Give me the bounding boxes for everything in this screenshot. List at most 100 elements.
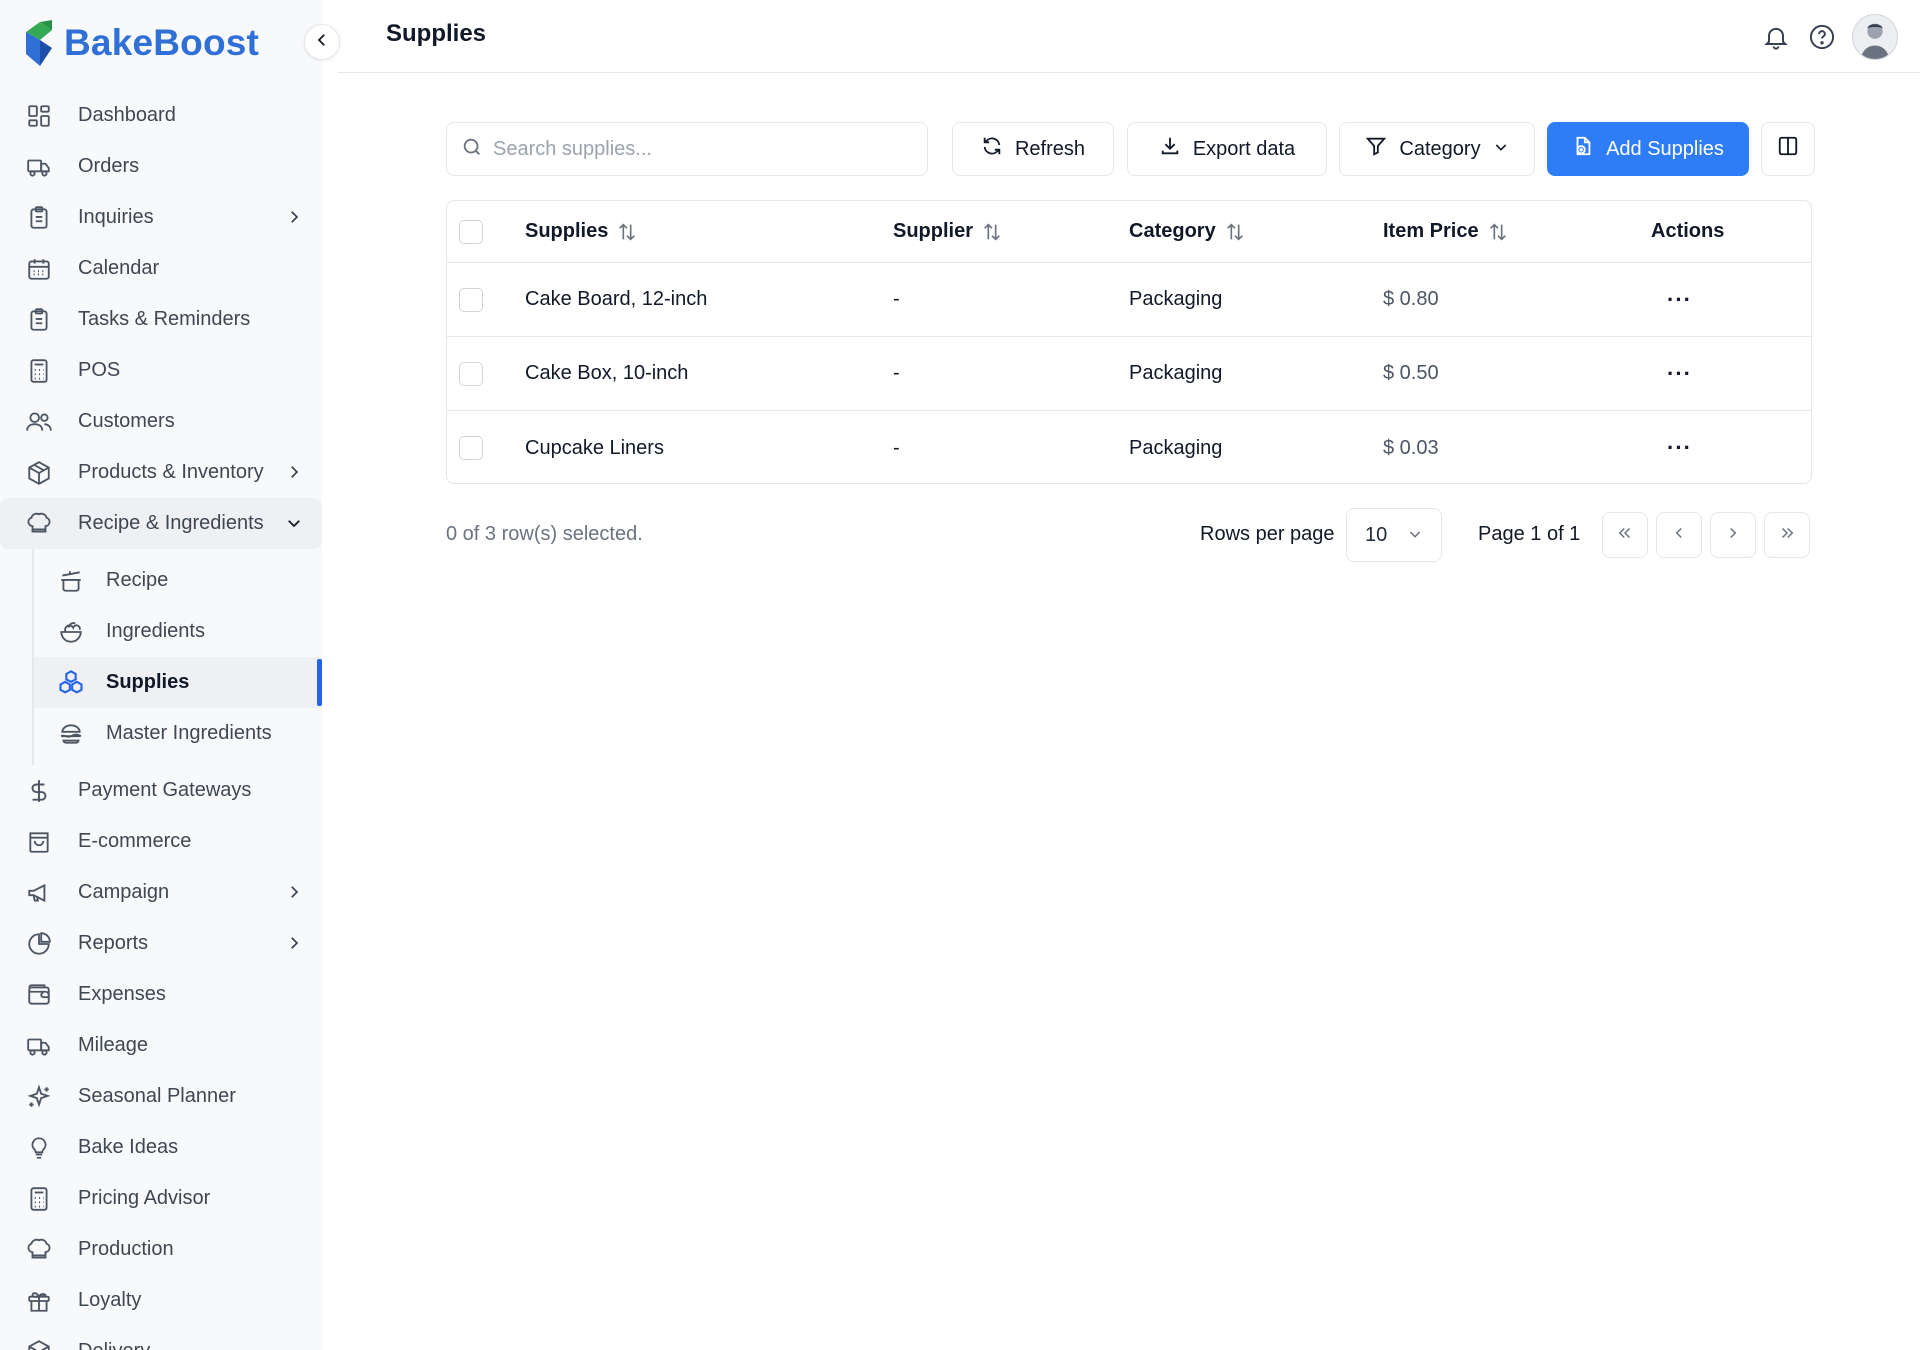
cell-item-price: $ 0.50 <box>1383 362 1439 384</box>
sidebar-item-recipe-ingredients[interactable]: Recipe & Ingredients <box>0 498 322 549</box>
calculator-icon <box>24 1184 54 1214</box>
column-header-supplies[interactable]: Supplies <box>525 201 638 262</box>
salad-icon <box>56 617 86 647</box>
first-page-button[interactable] <box>1602 512 1648 558</box>
package-icon <box>24 1337 54 1350</box>
sidebar-item-tasks[interactable]: Tasks & Reminders <box>0 294 322 345</box>
sidebar-item-label: Pricing Advisor <box>78 1187 211 1209</box>
clipboard-list-icon <box>24 305 54 335</box>
sidebar-item-inquiries[interactable]: Inquiries <box>0 192 322 243</box>
bell-icon[interactable] <box>1760 21 1792 53</box>
column-header-item-price[interactable]: Item Price <box>1383 201 1509 262</box>
grid-icon <box>24 101 54 131</box>
search-box[interactable] <box>446 122 928 176</box>
cell-supply-name: Cake Box, 10-inch <box>525 362 689 384</box>
add-supplies-button[interactable]: Add Supplies <box>1547 122 1749 176</box>
pie-chart-icon <box>24 929 54 959</box>
clipboard-icon <box>24 203 54 233</box>
sidebar-item-ecommerce[interactable]: E-commerce <box>0 816 322 867</box>
sidebar-item-reports[interactable]: Reports <box>0 918 322 969</box>
sidebar-item-mileage[interactable]: Mileage <box>0 1020 322 1071</box>
export-data-button[interactable]: Export data <box>1127 122 1327 176</box>
columns-toggle-button[interactable] <box>1761 122 1815 176</box>
more-horizontal-icon: ··· <box>1667 360 1692 386</box>
sidebar-item-delivery[interactable]: Delivery <box>0 1326 322 1350</box>
sidebar-item-pricing-advisor[interactable]: Pricing Advisor <box>0 1173 322 1224</box>
column-header-supplier[interactable]: Supplier <box>893 201 1003 262</box>
help-icon[interactable] <box>1806 21 1838 53</box>
toolbar: Refresh Export data Category Add Supplie… <box>446 122 1815 176</box>
cooking-pot-icon <box>56 566 86 596</box>
next-page-button[interactable] <box>1710 512 1756 558</box>
search-icon <box>461 136 483 163</box>
search-input[interactable] <box>493 137 913 161</box>
category-filter-button[interactable]: Category <box>1339 122 1535 176</box>
row-actions-button[interactable]: ··· <box>1653 411 1692 483</box>
sidebar-item-expenses[interactable]: Expenses <box>0 969 322 1020</box>
rows-per-page-label: Rows per page <box>1200 523 1335 545</box>
add-supplies-label: Add Supplies <box>1606 137 1724 160</box>
brand[interactable]: BakeBoost <box>22 16 259 70</box>
refresh-button[interactable]: Refresh <box>952 122 1114 176</box>
last-page-button[interactable] <box>1764 512 1810 558</box>
sidebar-subitem-label: Master Ingredients <box>106 722 272 744</box>
sidebar-item-payment-gateways[interactable]: Payment Gateways <box>0 765 322 816</box>
sidebar-item-label: E-commerce <box>78 830 192 852</box>
collapse-sidebar-button[interactable] <box>304 24 340 60</box>
sidebar-item-loyalty[interactable]: Loyalty <box>0 1275 322 1326</box>
chef-hat-icon <box>24 509 54 539</box>
sidebar-subitem-recipe[interactable]: Recipe <box>34 555 322 606</box>
sidebar-item-label: Bake Ideas <box>78 1136 179 1158</box>
sidebar-subitem-ingredients[interactable]: Ingredients <box>34 606 322 657</box>
cell-item-price: $ 0.80 <box>1383 288 1439 310</box>
sidebar-item-label: Production <box>78 1238 174 1260</box>
cell-supply-name: Cake Board, 12-inch <box>525 288 708 310</box>
sidebar-item-production[interactable]: Production <box>0 1224 322 1275</box>
table-footer: 0 of 3 row(s) selected. Rows per page 10… <box>446 508 1812 562</box>
sidebar-item-campaign[interactable]: Campaign <box>0 867 322 918</box>
dollar-icon <box>24 776 54 806</box>
calculator-icon <box>24 356 54 386</box>
sidebar-subitem-master-ingredients[interactable]: Master Ingredients <box>34 708 322 759</box>
sidebar-subitem-supplies[interactable]: Supplies <box>34 657 322 708</box>
rows-per-page-select[interactable]: 10 <box>1346 508 1442 562</box>
file-plus-icon <box>1572 135 1594 163</box>
cell-supplier: - <box>893 436 900 459</box>
row-actions-button[interactable]: ··· <box>1653 263 1692 336</box>
sidebar-item-label: Calendar <box>78 257 160 279</box>
avatar[interactable] <box>1852 14 1898 60</box>
row-actions-button[interactable]: ··· <box>1653 337 1692 410</box>
sort-icon <box>1487 221 1509 243</box>
sidebar: BakeBoost Dashboard Orders Inquiries Cal… <box>0 0 322 1350</box>
sidebar-item-seasonal-planner[interactable]: Seasonal Planner <box>0 1071 322 1122</box>
sidebar-item-calendar[interactable]: Calendar <box>0 243 322 294</box>
sidebar-item-label: Mileage <box>78 1034 149 1056</box>
row-checkbox[interactable] <box>459 287 483 312</box>
column-label: Actions <box>1651 220 1725 242</box>
row-checkbox[interactable] <box>459 361 483 386</box>
sidebar-item-orders[interactable]: Orders <box>0 141 322 192</box>
wallet-icon <box>24 980 54 1010</box>
sidebar-item-products-inventory[interactable]: Products & Inventory <box>0 447 322 498</box>
cell-supplier: - <box>893 362 900 384</box>
sidebar-item-label: Campaign <box>78 881 170 903</box>
calendar-icon <box>24 254 54 284</box>
chevrons-left-icon <box>1616 524 1634 547</box>
cell-supplier: - <box>893 288 900 310</box>
row-checkbox[interactable] <box>459 436 483 460</box>
cell-supply-name: Cupcake Liners <box>525 436 664 459</box>
select-all-checkbox[interactable] <box>459 219 483 244</box>
chef-hat-icon <box>24 1235 54 1265</box>
cell-category: Packaging <box>1129 436 1223 459</box>
previous-page-button[interactable] <box>1656 512 1702 558</box>
sidebar-item-pos[interactable]: POS <box>0 345 322 396</box>
topbar: Supplies <box>338 0 1920 73</box>
table-row: Cupcake Liners - Packaging $ 0.03 ··· <box>447 411 1811 483</box>
refresh-icon <box>981 135 1003 163</box>
page-info: Page 1 of 1 <box>1478 523 1581 545</box>
sidebar-item-customers[interactable]: Customers <box>0 396 322 447</box>
sidebar-item-dashboard[interactable]: Dashboard <box>0 90 322 141</box>
sidebar-item-bake-ideas[interactable]: Bake Ideas <box>0 1122 322 1173</box>
column-header-actions: Actions <box>1651 201 1725 262</box>
column-header-category[interactable]: Category <box>1129 201 1246 262</box>
